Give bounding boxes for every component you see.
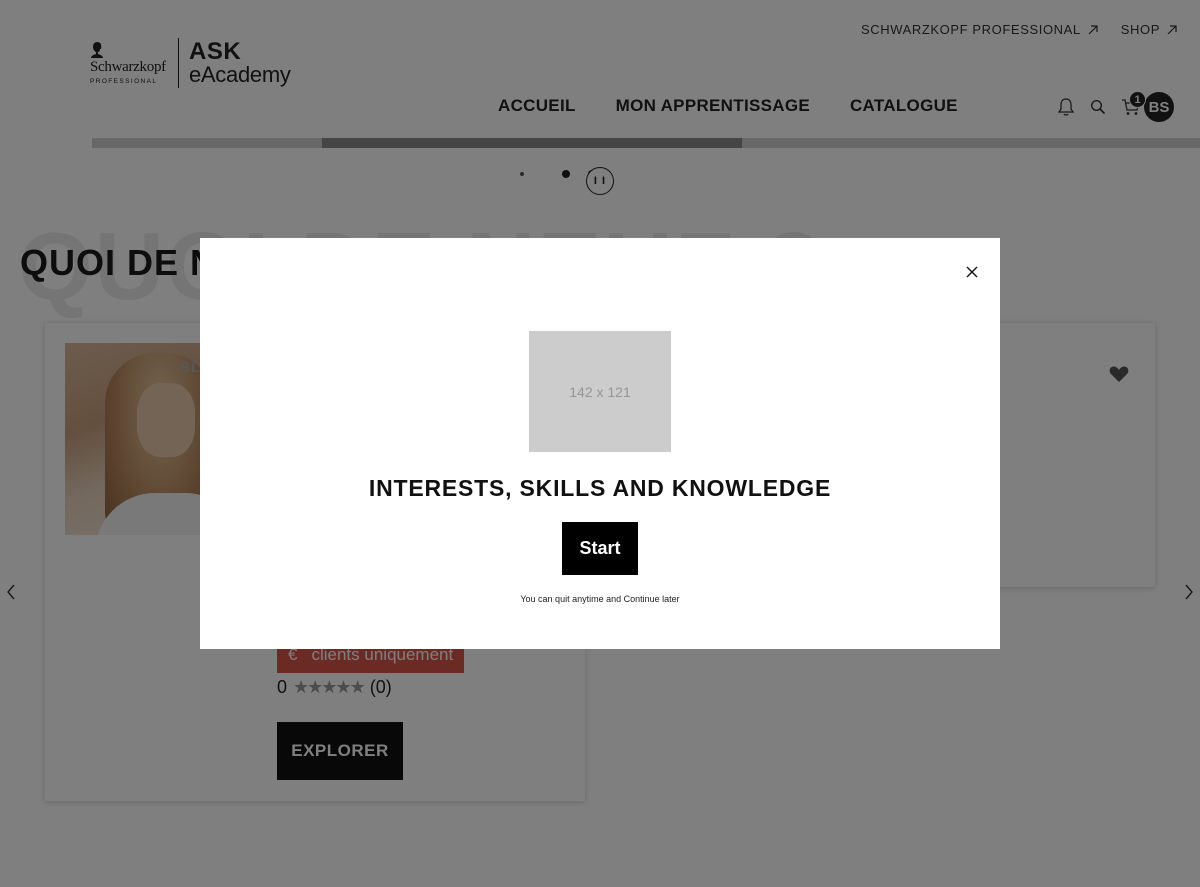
modal-title: INTERESTS, SKILLS AND KNOWLEDGE	[368, 475, 832, 501]
onboarding-modal: 142 x 121 INTERESTS, SKILLS AND KNOWLEDG…	[200, 238, 1000, 649]
modal-note: You can quit anytime and Continue later	[520, 594, 680, 604]
close-icon	[966, 266, 978, 278]
modal-image-placeholder: 142 x 121	[529, 331, 671, 452]
close-button[interactable]	[964, 264, 980, 280]
start-button[interactable]: Start	[562, 522, 638, 575]
